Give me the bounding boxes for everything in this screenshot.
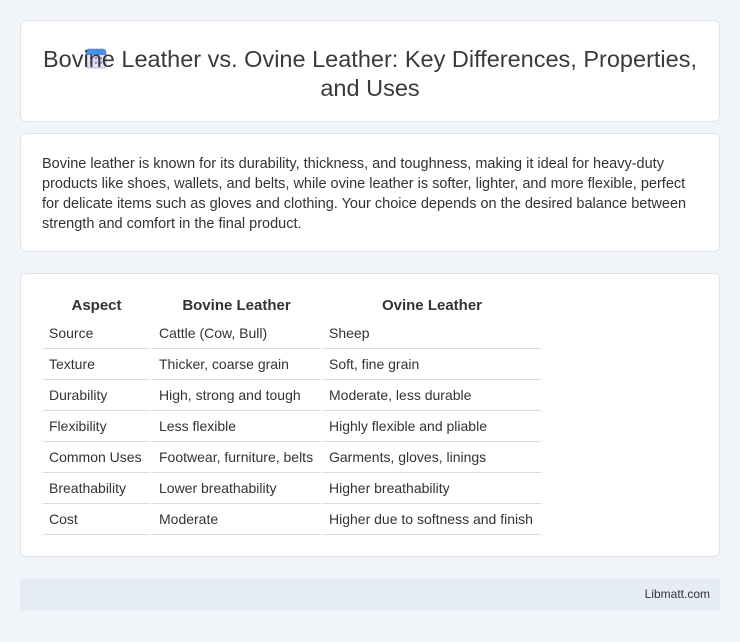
table-cell: Thicker, coarse grain — [150, 349, 320, 380]
table-cell: Common Uses — [43, 442, 150, 473]
table-row: Cost Moderate Higher due to softness and… — [43, 504, 541, 535]
table-cell: Breathability — [43, 473, 150, 504]
table-row: Breathability Lower breathability Higher… — [43, 473, 541, 504]
table-row: Texture Thicker, coarse grain Soft, fine… — [43, 349, 541, 380]
page-title-text: Bovine Leather vs. Ovine Leather: Key Di… — [43, 46, 697, 101]
table-cell: Garments, gloves, linings — [320, 442, 541, 473]
table-header-row: Aspect Bovine Leather Ovine Leather — [43, 294, 541, 318]
table-row: Flexibility Less flexible Highly flexibl… — [43, 411, 541, 442]
column-header-ovine: Ovine Leather — [320, 294, 541, 318]
summary-card: Bovine leather is known for its durabili… — [20, 133, 720, 252]
column-header-bovine: Bovine Leather — [150, 294, 320, 318]
table-cell: Moderate, less durable — [320, 380, 541, 411]
table-cell: Lower breathability — [150, 473, 320, 504]
column-header-aspect: Aspect — [71, 297, 122, 314]
table-cell: High, strong and tough — [150, 380, 320, 411]
comparison-card: Aspect Bovine Leather Ovine Leather Sour… — [20, 273, 720, 557]
table-cell: Higher breathability — [320, 473, 541, 504]
header-card: Bovine Leather vs. Ovine Leather: Key Di… — [20, 20, 720, 122]
table-row: Durability High, strong and tough Modera… — [43, 380, 541, 411]
page-title: Bovine Leather vs. Ovine Leather: Key Di… — [21, 45, 719, 103]
table-row: Source Cattle (Cow, Bull) Sheep — [43, 318, 541, 349]
table-cell: Sheep — [320, 318, 541, 349]
table-cell: Higher due to softness and finish — [320, 504, 541, 535]
table-row: Common Uses Footwear, furniture, belts G… — [43, 442, 541, 473]
table-cell: Source — [43, 318, 150, 349]
table-cell: Footwear, furniture, belts — [150, 442, 320, 473]
table-cell: Texture — [43, 349, 150, 380]
summary-text: Bovine leather is known for its durabili… — [42, 156, 687, 232]
footer-site-link[interactable]: Libmatt.com — [645, 587, 710, 601]
table-cell: Cost — [43, 504, 150, 535]
comparison-table: Aspect Bovine Leather Ovine Leather Sour… — [43, 294, 541, 535]
table-cell: Durability — [43, 380, 150, 411]
table-cell: Soft, fine grain — [320, 349, 541, 380]
table-cell: Cattle (Cow, Bull) — [150, 318, 320, 349]
table-cell: Less flexible — [150, 411, 320, 442]
table-cell: Flexibility — [43, 411, 150, 442]
table-cell: Moderate — [150, 504, 320, 535]
table-cell: Highly flexible and pliable — [320, 411, 541, 442]
footer: Libmatt.com — [20, 578, 720, 611]
